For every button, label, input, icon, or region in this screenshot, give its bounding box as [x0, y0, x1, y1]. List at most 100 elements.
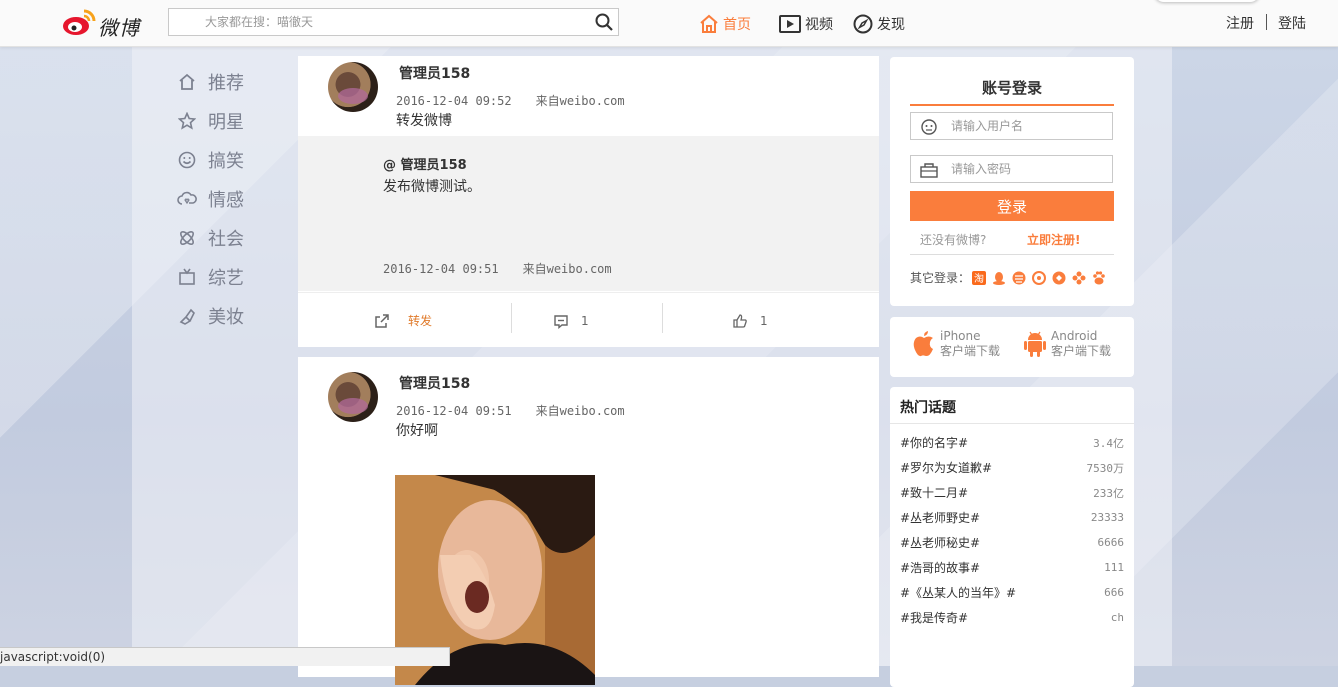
logo-text: 微博: [98, 16, 140, 40]
like-button[interactable]: 1: [732, 293, 768, 348]
password-input[interactable]: [911, 156, 1111, 182]
nav-video[interactable]: 视频: [779, 12, 833, 36]
repost-username[interactable]: @ 管理员158: [383, 154, 467, 173]
hot-topic-title: #丛老师秘史#: [900, 536, 981, 550]
sidebar-item-recommend[interactable]: 推荐: [176, 62, 244, 101]
divider: [890, 423, 1134, 424]
login-title: 账号登录: [910, 77, 1114, 106]
hot-topic-count: 7530万: [1086, 461, 1125, 475]
tianyi-icon[interactable]: [1032, 270, 1047, 285]
post-meta: 2016-12-04 09:52 来自weibo.com: [396, 92, 625, 109]
iphone-download[interactable]: iPhone 客户端下载: [912, 329, 1000, 359]
sidebar-item-label: 推荐: [208, 72, 244, 94]
other-login-label: 其它登录：: [910, 271, 971, 285]
sina-icon[interactable]: [1012, 271, 1026, 285]
login-panel: 账号登录 登录 还没有微博? 立即注册! 其它登录： 淘: [890, 57, 1134, 306]
hot-topic-row[interactable]: #丛老师秘史# 6666: [900, 530, 1124, 555]
iphone-name: iPhone: [940, 329, 981, 343]
baidu-icon[interactable]: [1092, 270, 1106, 285]
feed-post: 管理员158 2016-12-04 09:51 来自weibo.com 你好啊: [298, 357, 879, 685]
star-icon: [176, 110, 198, 132]
other-login: 其它登录： 淘: [910, 269, 1106, 286]
hot-topics-title: 热门话题: [900, 400, 956, 416]
hot-topic-title: #浩哥的故事#: [900, 561, 981, 575]
forward-button[interactable]: 转发: [374, 293, 432, 348]
iphone-label: iPhone 客户端下载: [940, 329, 1000, 359]
android-download[interactable]: Android 客户端下载: [1023, 329, 1111, 359]
hot-topic-row[interactable]: #罗尔为女道歉# 7530万: [900, 455, 1124, 480]
sidebar-item-variety[interactable]: 综艺: [176, 257, 244, 296]
hot-topic-row[interactable]: #浩哥的故事# 111: [900, 555, 1124, 580]
sidebar-item-funny[interactable]: 搞笑: [176, 140, 244, 179]
nav-home[interactable]: 首页: [699, 12, 751, 36]
hot-topic-count: 111: [1104, 561, 1124, 574]
compass-icon: [853, 14, 873, 34]
post-time[interactable]: 2016-12-04 09:52: [396, 94, 512, 108]
divider: [910, 254, 1114, 255]
weibo-logo-icon: [63, 9, 96, 35]
repost-source: 来自weibo.com: [522, 262, 612, 276]
sidebar-item-beauty[interactable]: 美妆: [176, 296, 244, 335]
android-sub: 客户端下载: [1051, 344, 1112, 358]
nav-home-label: 首页: [723, 17, 751, 33]
avatar[interactable]: [328, 372, 378, 422]
hot-topic-title: #我是传奇#: [900, 611, 969, 625]
hot-topic-row[interactable]: #我是传奇# ch: [900, 605, 1124, 630]
repost-time[interactable]: 2016-12-04 09:51: [383, 262, 499, 276]
hot-topic-count: 233亿: [1093, 486, 1124, 500]
username-input[interactable]: [911, 113, 1111, 139]
qq-icon[interactable]: [992, 271, 1006, 285]
repost-meta: 2016-12-04 09:51 来自weibo.com: [383, 260, 612, 277]
post-username[interactable]: 管理员158: [399, 63, 470, 83]
hot-topic-count: 6666: [1097, 536, 1125, 549]
home-icon: [176, 71, 198, 93]
login-link[interactable]: 登陆: [1278, 13, 1306, 33]
sidebar-item-emotion[interactable]: 情感: [176, 179, 244, 218]
hot-topic-count: ch: [1110, 611, 1124, 624]
smile-icon: [176, 149, 198, 171]
sidebar-item-label: 社会: [208, 228, 244, 250]
weibo-logo[interactable]: 微博: [62, 7, 146, 40]
left-sidebar: 推荐 明星 搞笑 情感 社会 综艺 美妆: [176, 62, 244, 335]
account-divider: [1266, 14, 1267, 30]
nav-video-label: 视频: [805, 17, 833, 33]
hot-topic-row[interactable]: #《丛某人的当年》# 666: [900, 580, 1124, 605]
hot-topic-row[interactable]: #丛老师野史# 23333: [900, 505, 1124, 530]
sidebar-item-label: 综艺: [208, 267, 244, 289]
comment-button[interactable]: 1: [553, 293, 589, 348]
action-divider: [662, 303, 663, 333]
hot-topic-title: #丛老师野史#: [900, 511, 981, 525]
search-box: [168, 8, 619, 36]
sidebar-item-label: 搞笑: [208, 150, 244, 172]
nav-discover[interactable]: 发现: [853, 12, 905, 36]
register-link[interactable]: 注册: [1226, 13, 1254, 33]
username-field: [910, 112, 1113, 140]
hot-topic-title: #你的名字#: [900, 436, 969, 450]
hot-topic-title: #致十二月#: [900, 486, 969, 500]
post-username[interactable]: 管理员158: [399, 373, 470, 393]
post-source: 来自weibo.com: [535, 94, 625, 108]
sidebar-item-label: 美妆: [208, 306, 244, 328]
avatar[interactable]: [328, 62, 378, 112]
hot-topic-row[interactable]: #致十二月# 233亿: [900, 480, 1124, 505]
hot-topic-title: #罗尔为女道歉#: [900, 461, 993, 475]
sidebar-item-label: 明星: [208, 111, 244, 133]
flower-icon[interactable]: [1072, 271, 1086, 285]
hot-topic-row[interactable]: #你的名字# 3.4亿: [900, 430, 1124, 455]
netease-icon[interactable]: [1052, 271, 1066, 285]
search-icon[interactable]: [594, 12, 614, 32]
sidebar-item-celebrity[interactable]: 明星: [176, 101, 244, 140]
search-input[interactable]: [169, 9, 615, 35]
android-icon: [1024, 331, 1046, 357]
like-count: 1: [760, 313, 768, 328]
register-now-link[interactable]: 立即注册!: [1027, 231, 1080, 248]
login-button[interactable]: 登录: [910, 191, 1114, 221]
post-actions: 转发 1 1: [298, 292, 879, 348]
taobao-icon[interactable]: 淘: [972, 270, 987, 285]
comment-icon: [554, 314, 568, 329]
comment-count: 1: [581, 313, 589, 328]
sidebar-item-society[interactable]: 社会: [176, 218, 244, 257]
forward-label: 转发: [408, 314, 433, 328]
hot-topic-count: 23333: [1090, 511, 1124, 524]
post-time[interactable]: 2016-12-04 09:51: [396, 404, 512, 418]
